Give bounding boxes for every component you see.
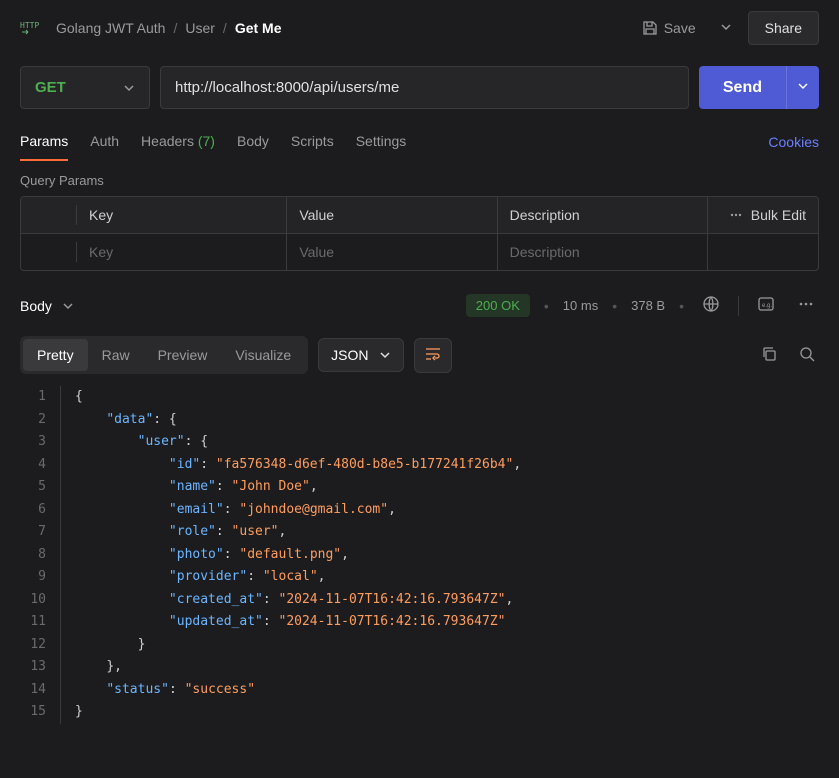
send-options-button[interactable]	[786, 66, 819, 109]
search-icon	[799, 346, 815, 362]
breadcrumb-collection[interactable]: Golang JWT Auth	[56, 20, 165, 36]
copy-button[interactable]	[757, 342, 781, 369]
response-body[interactable]: 1{2 "data": {3 "user": {4 "id": "fa57634…	[0, 382, 839, 728]
tab-auth[interactable]: Auth	[90, 127, 119, 161]
headers-count: (7)	[198, 133, 215, 149]
tab-headers[interactable]: Headers (7)	[141, 127, 215, 161]
tab-params[interactable]: Params	[20, 127, 68, 161]
copy-icon	[761, 346, 777, 362]
share-button[interactable]: Share	[748, 11, 819, 45]
chevron-down-icon	[123, 82, 135, 94]
save-response-icon[interactable]: e.g.	[753, 291, 779, 320]
bulk-edit-button[interactable]: Bulk Edit	[708, 197, 818, 233]
send-button[interactable]: Send	[699, 66, 786, 109]
http-icon: HTTP	[20, 16, 48, 40]
response-body-dropdown[interactable]: Body	[20, 298, 74, 314]
breadcrumb-request: Get Me	[235, 20, 282, 36]
response-size: 378 B	[631, 298, 665, 313]
col-description: Description	[498, 197, 708, 233]
wrap-lines-button[interactable]	[414, 338, 452, 373]
view-visualize[interactable]: Visualize	[221, 339, 305, 371]
url-input[interactable]	[160, 66, 689, 109]
table-row[interactable]: Key Value Description	[21, 233, 818, 270]
params-table: Key Value Description Bulk Edit Key Valu…	[20, 196, 819, 271]
save-button[interactable]: Save	[634, 14, 704, 42]
search-button[interactable]	[795, 342, 819, 369]
query-params-title: Query Params	[0, 161, 839, 196]
network-icon[interactable]	[698, 291, 724, 320]
breadcrumb: Golang JWT Auth / User / Get Me	[56, 20, 282, 36]
tab-settings[interactable]: Settings	[356, 127, 407, 161]
description-input[interactable]: Description	[498, 234, 708, 270]
view-preview[interactable]: Preview	[144, 339, 222, 371]
tab-body[interactable]: Body	[237, 127, 269, 161]
view-pretty[interactable]: Pretty	[23, 339, 88, 371]
col-value: Value	[287, 197, 497, 233]
svg-text:e.g.: e.g.	[762, 303, 772, 309]
value-input[interactable]: Value	[287, 234, 497, 270]
response-time: 10 ms	[563, 298, 598, 313]
tab-scripts[interactable]: Scripts	[291, 127, 334, 161]
method-label: GET	[35, 79, 66, 96]
save-options-button[interactable]	[712, 15, 740, 42]
method-select[interactable]: GET	[20, 66, 150, 109]
chevron-down-icon	[797, 80, 809, 92]
save-icon	[642, 20, 658, 36]
wrap-icon	[425, 347, 441, 361]
chevron-down-icon	[379, 349, 391, 361]
chevron-down-icon	[62, 300, 74, 312]
status-badge: 200 OK	[466, 294, 530, 317]
ellipsis-icon	[729, 208, 743, 222]
key-input[interactable]: Key	[77, 234, 287, 270]
view-raw[interactable]: Raw	[88, 339, 144, 371]
cookies-link[interactable]: Cookies	[768, 128, 819, 160]
chevron-down-icon	[720, 21, 732, 33]
breadcrumb-folder[interactable]: User	[185, 20, 215, 36]
format-select[interactable]: JSON	[318, 338, 403, 372]
svg-text:HTTP: HTTP	[20, 21, 39, 30]
more-options-icon[interactable]	[793, 291, 819, 320]
col-key: Key	[77, 197, 287, 233]
